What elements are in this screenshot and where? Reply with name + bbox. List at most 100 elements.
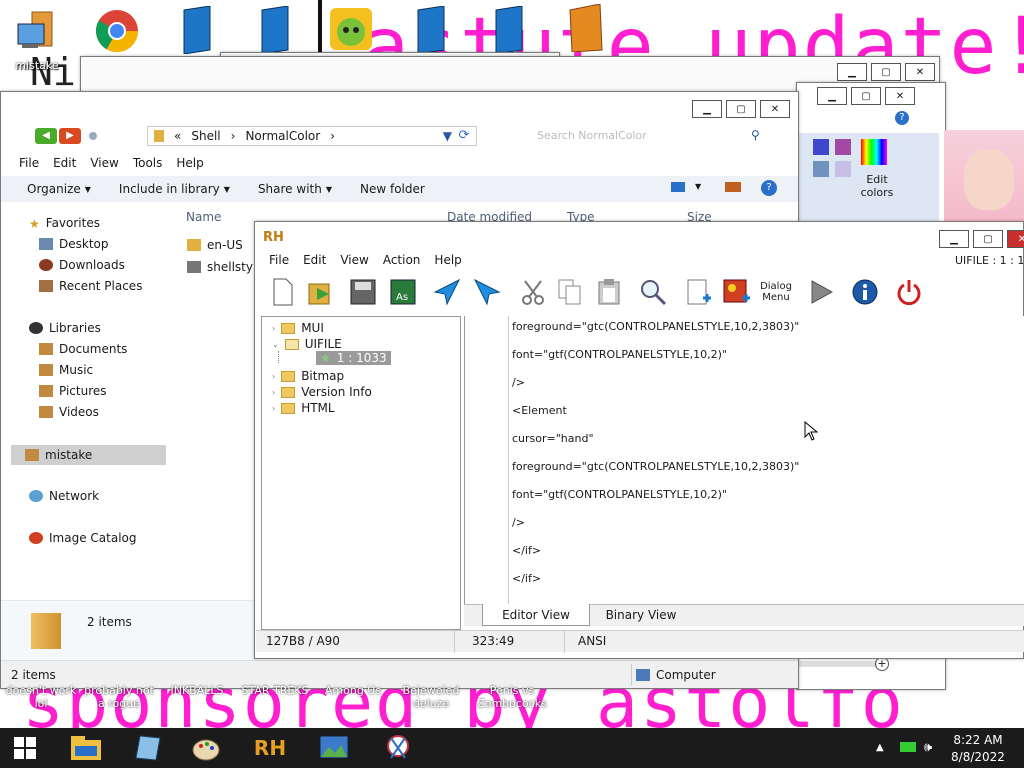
nav-pictures[interactable]: Pictures — [39, 384, 107, 398]
file-row[interactable]: shellstyle — [187, 260, 264, 274]
desktop-icon-blue-4[interactable] — [492, 5, 540, 55]
column-name[interactable]: Name — [186, 210, 221, 224]
clock-date[interactable]: 8/8/2022 — [950, 750, 1006, 764]
tab-binary-view[interactable]: Binary View — [596, 604, 686, 626]
nav-image-catalog[interactable]: Image Catalog — [29, 531, 136, 545]
open-file-button[interactable] — [304, 274, 338, 310]
desktop-icon-orange[interactable] — [566, 3, 614, 53]
menu-file[interactable]: File — [19, 156, 39, 170]
taskbar-resource-hacker-icon[interactable]: RH — [250, 732, 290, 764]
tab-editor-view[interactable]: Editor View — [482, 604, 590, 626]
nav-network[interactable]: Network — [29, 489, 99, 503]
tree-item-1033-selected[interactable]: ★ 1 : 1033 — [316, 351, 391, 365]
tree-item-version[interactable]: › Version Info — [272, 385, 372, 399]
battery-icon[interactable] — [900, 742, 916, 752]
chrome-icon[interactable] — [94, 8, 142, 56]
taskbar-snipping-icon[interactable] — [378, 732, 418, 764]
help-icon[interactable]: ? — [895, 111, 909, 125]
forward-button[interactable]: ▶ — [59, 128, 81, 144]
taskbar-explorer-icon[interactable] — [66, 732, 106, 764]
menu-action[interactable]: Action — [383, 253, 421, 267]
code-line[interactable]: <Element — [512, 404, 567, 417]
paste-icon[interactable] — [592, 274, 626, 310]
color-wheel-icon[interactable] — [861, 139, 887, 165]
code-line[interactable]: foreground="gtc(CONTROLPANELSTYLE,10,2,3… — [512, 320, 799, 333]
maximize-button[interactable]: ▢ — [871, 63, 901, 81]
code-line[interactable]: </if> — [512, 572, 541, 585]
desktop-icon-blue-3[interactable] — [414, 5, 462, 55]
menu-tools[interactable]: Tools — [133, 156, 163, 170]
zoom-slider[interactable] — [797, 661, 877, 667]
info-icon[interactable] — [848, 274, 882, 310]
nav-desktop[interactable]: Desktop — [39, 237, 109, 251]
add-image-button[interactable] — [720, 274, 754, 310]
menu-help[interactable]: Help — [176, 156, 203, 170]
code-line[interactable]: /> — [512, 376, 525, 389]
maximize-button[interactable]: ▢ — [973, 230, 1003, 248]
code-line[interactable]: font="gtf(CONTROLPANELSTYLE,10,2)" — [512, 348, 727, 361]
bad-piggies-icon[interactable] — [328, 6, 376, 54]
file-row[interactable]: en-US — [187, 238, 243, 252]
help-icon[interactable]: ? — [761, 180, 777, 196]
breadcrumb-normalcolor[interactable]: NormalColor — [245, 129, 320, 143]
search-input[interactable]: Search NormalColor — [531, 126, 771, 146]
code-line[interactable]: /> — [512, 516, 525, 529]
back-button[interactable]: ◀ — [35, 128, 57, 144]
copy-icon[interactable] — [553, 274, 587, 310]
run-script-button[interactable] — [804, 274, 838, 310]
menu-help[interactable]: Help — [434, 253, 461, 267]
new-file-button[interactable] — [266, 274, 300, 310]
palette-swatch[interactable] — [813, 139, 829, 155]
menu-edit[interactable]: Edit — [303, 253, 326, 267]
taskbar-photo-viewer-icon[interactable] — [314, 732, 354, 764]
desktop-icon-blue-2[interactable] — [258, 5, 306, 55]
refresh-icon[interactable]: ⟳ — [455, 128, 473, 144]
nav-mistake-selected[interactable]: mistake — [11, 445, 166, 465]
edit-colors-label[interactable]: Edit colors — [857, 173, 897, 199]
desktop-icon-mistake[interactable] — [14, 8, 62, 56]
palette-swatch[interactable] — [813, 161, 829, 177]
save-as-button[interactable]: As — [386, 274, 420, 310]
desktop-icon-blue-1[interactable] — [180, 5, 228, 55]
power-icon[interactable] — [892, 274, 926, 310]
nav-libraries[interactable]: Libraries — [29, 321, 101, 335]
code-line[interactable]: font="gtf(CONTROLPANELSTYLE,10,2)" — [512, 488, 727, 501]
code-line[interactable]: foreground="gtc(CONTROLPANELSTYLE,10,2,3… — [512, 460, 799, 473]
close-button[interactable]: ✕ — [885, 87, 915, 105]
minimize-button[interactable]: ▁ — [939, 230, 969, 248]
minimize-button[interactable]: ▁ — [692, 100, 722, 118]
tree-item-mui[interactable]: › MUI — [272, 321, 324, 335]
resource-tree[interactable]: › MUI ⌄ UIFILE ★ 1 : 1033 › Bitmap › Version… — [261, 316, 461, 630]
close-button[interactable]: ✕ — [905, 63, 935, 81]
dialog-menu-button[interactable]: Dialog Menu — [758, 274, 794, 310]
minimize-button[interactable]: ▁ — [817, 87, 847, 105]
menu-edit[interactable]: Edit — [53, 156, 76, 170]
view-options-icon[interactable] — [671, 182, 685, 192]
palette-swatch[interactable] — [835, 139, 851, 155]
taskbar-paint-icon[interactable] — [186, 732, 226, 764]
taskbar-notepad-icon[interactable] — [128, 732, 168, 764]
address-dropdown-icon[interactable]: ▼ — [443, 129, 452, 143]
view-dropdown-icon[interactable]: ▼ — [695, 182, 701, 191]
address-bar[interactable]: « Shell › NormalColor › ▼ — [147, 126, 477, 146]
nav-recent[interactable]: Recent Places — [39, 279, 142, 293]
clock-time[interactable]: 8:22 AM — [950, 733, 1006, 747]
replace-button[interactable] — [470, 274, 504, 310]
save-button[interactable] — [346, 274, 380, 310]
palette-swatch[interactable] — [835, 161, 851, 177]
code-line[interactable]: cursor="hand" — [512, 432, 594, 445]
include-library-button[interactable]: Include in library ▼ — [119, 182, 230, 196]
zoom-in-icon[interactable]: + — [875, 657, 889, 671]
breadcrumb-shell[interactable]: Shell — [191, 129, 220, 143]
recent-pages-icon[interactable] — [89, 132, 97, 140]
search-icon[interactable]: ⚲ — [751, 128, 760, 142]
menu-view[interactable]: View — [340, 253, 368, 267]
maximize-button[interactable]: ▢ — [726, 100, 756, 118]
tray-expand-icon[interactable]: ▲ — [876, 742, 884, 753]
nav-downloads[interactable]: Downloads — [39, 258, 125, 272]
tree-item-uifile[interactable]: ⌄ UIFILE — [272, 337, 342, 351]
preview-pane-icon[interactable] — [725, 182, 741, 192]
new-folder-button[interactable]: New folder — [360, 182, 425, 196]
share-with-button[interactable]: Share with ▼ — [258, 182, 332, 196]
minimize-button[interactable]: ▁ — [837, 63, 867, 81]
